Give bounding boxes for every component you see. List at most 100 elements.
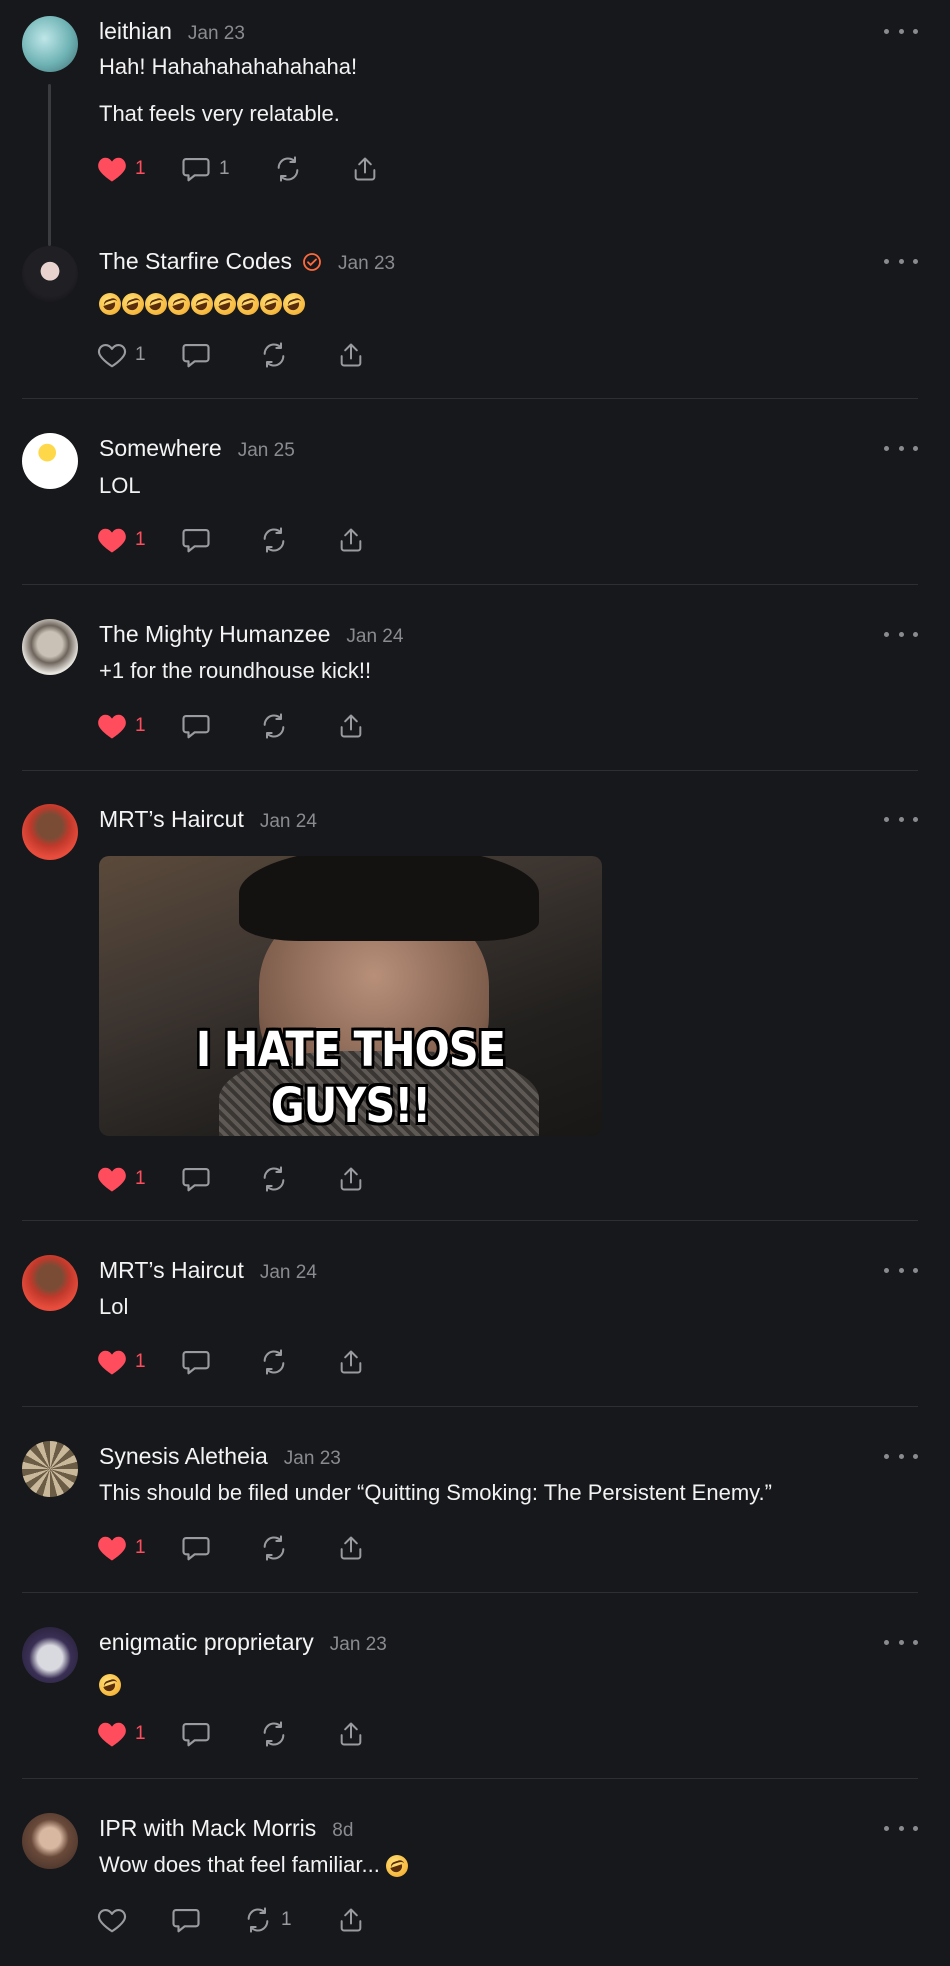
post-date[interactable]: Jan 24 bbox=[260, 811, 317, 833]
share-icon[interactable] bbox=[351, 152, 379, 186]
author-name[interactable]: Synesis Aletheia bbox=[99, 1443, 268, 1470]
like-count: 1 bbox=[135, 1537, 146, 1558]
post-text-line: +1 for the roundhouse kick!! bbox=[99, 658, 372, 683]
post-header: MRT’s Haircut Jan 24 bbox=[99, 1257, 317, 1284]
share-icon[interactable] bbox=[337, 1531, 365, 1565]
post-text: That feels very relatable. bbox=[99, 101, 340, 127]
liked-heart-icon[interactable]: 1 bbox=[97, 1531, 146, 1565]
avatar-mrt[interactable] bbox=[22, 804, 78, 860]
post-text-line: Lol bbox=[99, 1294, 129, 1319]
author-name[interactable]: The Starfire Codes bbox=[99, 248, 292, 275]
more-options-icon[interactable] bbox=[884, 624, 918, 644]
reply-comment-icon[interactable] bbox=[181, 1717, 219, 1751]
repost-icon[interactable] bbox=[259, 1531, 297, 1565]
post-date[interactable]: Jan 24 bbox=[260, 1262, 317, 1284]
rofl-emoji-icon bbox=[260, 293, 282, 316]
share-icon[interactable] bbox=[337, 1717, 365, 1751]
post-header: MRT’s Haircut Jan 24 bbox=[99, 806, 317, 833]
share-icon[interactable] bbox=[337, 1162, 365, 1196]
post-divider bbox=[22, 1406, 918, 1407]
more-options-icon[interactable] bbox=[884, 21, 918, 41]
repost-icon[interactable] bbox=[259, 1717, 297, 1751]
avatar-starfire[interactable] bbox=[22, 246, 78, 302]
post-text: +1 for the roundhouse kick!! bbox=[99, 658, 371, 684]
like-heart-icon[interactable]: 1 bbox=[97, 338, 146, 372]
post-actions: 1 bbox=[97, 1162, 417, 1196]
avatar-mrt[interactable] bbox=[22, 1255, 78, 1311]
reply-comment-icon[interactable]: 1 bbox=[181, 152, 230, 186]
share-icon[interactable] bbox=[337, 338, 365, 372]
avatar-mack[interactable] bbox=[22, 1813, 78, 1869]
reply-comment-icon[interactable] bbox=[171, 1903, 209, 1937]
avatar-leithian[interactable] bbox=[22, 16, 78, 72]
repost-icon[interactable] bbox=[259, 1162, 297, 1196]
more-options-icon[interactable] bbox=[884, 1818, 918, 1838]
author-name[interactable]: MRT’s Haircut bbox=[99, 1257, 244, 1284]
share-icon[interactable] bbox=[337, 1345, 365, 1379]
post-text-line: This should be filed under “Quitting Smo… bbox=[99, 1480, 772, 1505]
share-icon[interactable] bbox=[337, 709, 365, 743]
rofl-emoji-icon bbox=[122, 293, 144, 316]
author-name[interactable]: leithian bbox=[99, 18, 172, 45]
repost-icon[interactable]: 1 bbox=[243, 1903, 292, 1937]
liked-heart-icon[interactable]: 1 bbox=[97, 709, 146, 743]
liked-heart-icon[interactable]: 1 bbox=[97, 523, 146, 557]
avatar-daffodil[interactable] bbox=[22, 433, 78, 489]
author-name[interactable]: The Mighty Humanzee bbox=[99, 621, 330, 648]
reply-comment-icon[interactable] bbox=[181, 523, 219, 557]
repost-icon[interactable] bbox=[273, 152, 311, 186]
gif-image[interactable]: I HATE THOSE GUYS!! bbox=[99, 856, 602, 1136]
post-date[interactable]: 8d bbox=[332, 1820, 353, 1842]
author-name[interactable]: IPR with Mack Morris bbox=[99, 1815, 316, 1842]
post-divider bbox=[22, 1220, 918, 1221]
repost-icon[interactable] bbox=[259, 709, 297, 743]
rofl-emoji-icon bbox=[99, 1674, 121, 1697]
author-name[interactable]: MRT’s Haircut bbox=[99, 806, 244, 833]
more-options-icon[interactable] bbox=[884, 1260, 918, 1280]
author-name[interactable]: Somewhere bbox=[99, 435, 222, 462]
post-date[interactable]: Jan 23 bbox=[330, 1634, 387, 1656]
avatar-compass[interactable] bbox=[22, 1441, 78, 1497]
post-date[interactable]: Jan 25 bbox=[238, 440, 295, 462]
post-date[interactable]: Jan 23 bbox=[338, 253, 395, 275]
liked-heart-icon[interactable]: 1 bbox=[97, 1717, 146, 1751]
avatar-humanzee[interactable] bbox=[22, 619, 78, 675]
reply-comment-icon[interactable] bbox=[181, 1345, 219, 1379]
repost-icon[interactable] bbox=[259, 338, 297, 372]
more-options-icon[interactable] bbox=[884, 1632, 918, 1652]
reply-comment-icon[interactable] bbox=[181, 338, 219, 372]
repost-icon[interactable] bbox=[259, 1345, 297, 1379]
author-name[interactable]: enigmatic proprietary bbox=[99, 1629, 314, 1656]
more-options-icon[interactable] bbox=[884, 809, 918, 829]
post-date[interactable]: Jan 23 bbox=[188, 23, 245, 45]
reply-comment-icon[interactable] bbox=[181, 1531, 219, 1565]
post-actions: 1 bbox=[97, 1345, 417, 1379]
avatar-cat[interactable] bbox=[22, 1627, 78, 1683]
more-options-icon[interactable] bbox=[884, 438, 918, 458]
reply-comment-icon[interactable] bbox=[181, 1162, 219, 1196]
post-divider bbox=[22, 584, 918, 585]
share-icon[interactable] bbox=[337, 523, 365, 557]
post-text: Hah! Hahahahahahahaha! bbox=[99, 54, 357, 80]
like-count: 1 bbox=[135, 158, 146, 179]
liked-heart-icon[interactable]: 1 bbox=[97, 1345, 146, 1379]
rofl-emoji-icon bbox=[168, 293, 190, 316]
post-text: Wow does that feel familiar... bbox=[99, 1852, 409, 1878]
share-icon[interactable] bbox=[337, 1903, 365, 1937]
more-options-icon[interactable] bbox=[884, 251, 918, 271]
post-date[interactable]: Jan 23 bbox=[284, 1448, 341, 1470]
more-options-icon[interactable] bbox=[884, 1446, 918, 1466]
post-divider bbox=[22, 1778, 918, 1779]
rofl-emoji-icon bbox=[191, 293, 213, 316]
post-actions: 1 bbox=[97, 1903, 417, 1937]
reply-comment-icon[interactable] bbox=[181, 709, 219, 743]
post-date[interactable]: Jan 24 bbox=[346, 626, 403, 648]
repost-icon[interactable] bbox=[259, 523, 297, 557]
like-heart-icon[interactable] bbox=[97, 1903, 135, 1937]
liked-heart-icon[interactable]: 1 bbox=[97, 152, 146, 186]
post-emoji-text bbox=[99, 290, 306, 316]
reply-count: 1 bbox=[219, 158, 230, 179]
post-text-line: That feels very relatable. bbox=[99, 101, 340, 126]
like-count: 1 bbox=[135, 344, 146, 365]
liked-heart-icon[interactable]: 1 bbox=[97, 1162, 146, 1196]
